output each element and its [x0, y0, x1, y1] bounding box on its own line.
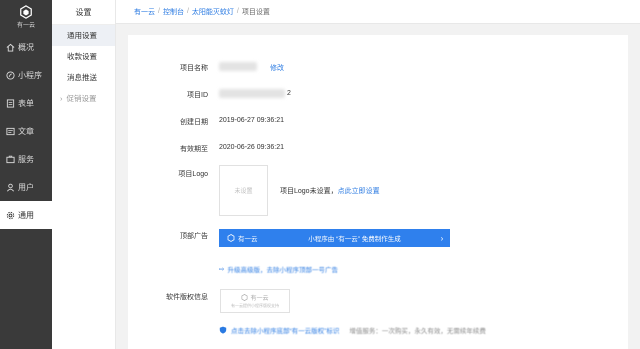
brand-logo[interactable]: 有一云: [0, 0, 52, 33]
copyright-preview: 有一云 有一云提供小程序版权支持: [220, 289, 290, 313]
chevron-right-icon: ›: [60, 94, 63, 103]
remove-copyright-notice: 点击去除小程序底部“有一云版权”标识 增值服务：一次购买，永久有效，无需续年续费: [219, 325, 486, 335]
mini-program-icon: [6, 70, 15, 80]
sidebar-item-payment-settings[interactable]: 收款设置: [52, 46, 115, 67]
created-date-label: 创建日期: [180, 119, 208, 126]
form-icon: [6, 98, 15, 108]
project-name-value-redacted: [219, 62, 257, 71]
shield-icon: [219, 326, 227, 334]
gear-icon: [6, 211, 15, 220]
nav-item-label: 概况: [18, 42, 34, 52]
logo-placeholder-text: 未设置: [234, 189, 253, 195]
remove-copyright-link[interactable]: 点击去除小程序底部“有一云版权”标识: [231, 325, 339, 335]
upgrade-arrow-icon: ⇨: [219, 266, 225, 273]
upgrade-text: 升级高级版，去除小程序顶部一号广告: [227, 267, 338, 274]
nav-item-article[interactable]: 文章: [0, 117, 52, 145]
home-icon: [6, 43, 15, 52]
top-banner-label: 顶部广告: [180, 233, 208, 240]
project-id-suffix: 2: [287, 90, 291, 97]
logo-status: 项目Logo未设置，点此立即设置: [280, 186, 380, 196]
settings-sidebar-title: 设置: [52, 0, 115, 25]
sidebar-group-label: 促销设置: [66, 94, 97, 103]
value-added-service-text: 增值服务：一次购买，永久有效，无需续年续费: [349, 328, 486, 335]
breadcrumb-separator: /: [236, 8, 239, 15]
chevron-right-icon: ›: [440, 233, 444, 243]
nav-item-label: 表单: [18, 98, 34, 108]
copyright-brand: 有一云: [241, 293, 269, 302]
breadcrumb-current: 项目设置: [241, 8, 270, 16]
breadcrumb-console[interactable]: 控制台: [163, 7, 184, 17]
upgrade-link[interactable]: ⇨ 升级高级版，去除小程序顶部一号广告: [219, 264, 338, 274]
nav-item-label: 文章: [18, 126, 34, 136]
banner-brand: 有一云: [219, 233, 275, 243]
nav-item-form[interactable]: 表单: [0, 89, 52, 117]
nav-item-general[interactable]: 通用: [0, 201, 52, 229]
sidebar-item-message-push[interactable]: 消息推送: [52, 67, 115, 88]
main-sidebar: 有一云 概况 小程序 表单 文章 服务 用户 通用: [0, 0, 52, 349]
cube-logo-icon: [20, 4, 32, 19]
article-icon: [6, 127, 15, 136]
project-logo-label: 项目Logo: [178, 171, 208, 178]
copyright-label: 软件版权信息: [166, 294, 208, 301]
breadcrumb-separator: /: [186, 8, 189, 15]
nav-item-label: 用户: [18, 182, 34, 192]
logo-status-text: 项目Logo未设置，: [280, 188, 338, 195]
expiry-date-value: 2020-06-26 09:36:21: [219, 144, 284, 151]
nav-item-service[interactable]: 服务: [0, 145, 52, 173]
cube-logo-icon: [242, 294, 248, 301]
copyright-brand-text: 有一云: [250, 296, 269, 302]
project-logo-upload[interactable]: 未设置: [219, 165, 268, 216]
expiry-date-label: 有效期至: [180, 146, 208, 153]
brand-name: 有一云: [16, 22, 35, 29]
project-name-label: 项目名称: [180, 65, 208, 72]
project-settings-card: 项目名称 修改 项目ID 2 创建日期 2019-06-27 09:36:21 …: [128, 35, 628, 349]
sidebar-group-promotion[interactable]: › 促销设置: [52, 88, 115, 109]
created-date-value: 2019-06-27 09:36:21: [219, 117, 284, 124]
breadcrumb: 有一云 / 控制台 / 太阳能灭蚊灯 / 项目设置: [116, 0, 640, 24]
sidebar-item-general-settings[interactable]: 通用设置: [52, 25, 115, 46]
breadcrumb-home[interactable]: 有一云: [134, 7, 155, 17]
project-id-label: 项目ID: [187, 92, 208, 99]
nav-item-user[interactable]: 用户: [0, 173, 52, 201]
cube-logo-icon: [227, 234, 235, 242]
copyright-subtext: 有一云提供小程序版权支持: [231, 303, 279, 308]
nav-item-overview[interactable]: 概况: [0, 33, 52, 61]
nav-item-miniprogram[interactable]: 小程序: [0, 61, 52, 89]
nav-item-label: 通用: [18, 210, 34, 220]
settings-sidebar: 设置 通用设置 收款设置 消息推送 › 促销设置: [52, 0, 116, 349]
service-icon: [6, 155, 15, 164]
project-id-value-redacted: [219, 89, 285, 98]
banner-text: 小程序由 “有一云” 免费制作生成: [308, 236, 401, 243]
breadcrumb-project[interactable]: 太阳能灭蚊灯: [192, 7, 234, 17]
breadcrumb-separator: /: [158, 8, 160, 15]
top-banner-preview[interactable]: 有一云 小程序由 “有一云” 免费制作生成 ›: [219, 229, 450, 247]
set-logo-link[interactable]: 点此立即设置: [338, 188, 380, 195]
user-icon: [6, 183, 15, 192]
banner-brand-text: 有一云: [238, 236, 258, 243]
nav-item-label: 小程序: [18, 70, 42, 80]
edit-project-name-link[interactable]: 修改: [270, 63, 284, 73]
nav-item-label: 服务: [18, 154, 34, 164]
